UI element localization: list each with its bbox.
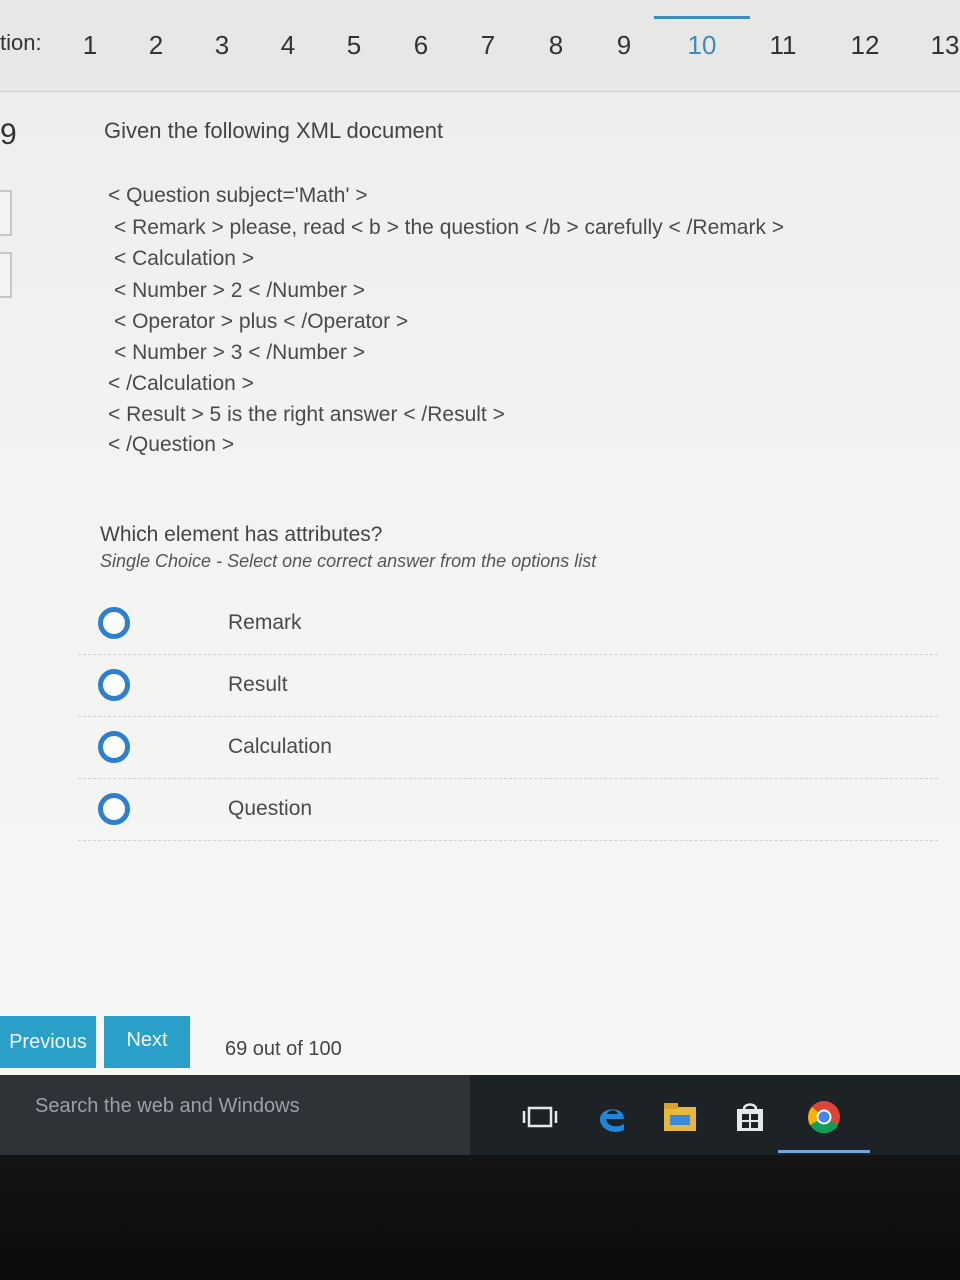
xml-line: < Number > 2 < /Number > — [114, 279, 365, 302]
xml-line: < /Calculation > — [108, 372, 254, 395]
chrome-icon[interactable] — [778, 1097, 870, 1153]
question-link-2[interactable]: 2 — [126, 30, 186, 61]
edge-icon[interactable] — [592, 1097, 632, 1137]
question-link-3[interactable]: 3 — [192, 30, 252, 61]
option-calculation[interactable]: Calculation — [78, 717, 938, 779]
question-link-5[interactable]: 5 — [324, 30, 384, 61]
windows-taskbar: Search the web and Windows — [0, 1075, 960, 1155]
side-panel-box[interactable] — [0, 252, 12, 298]
option-result[interactable]: Result — [78, 655, 938, 717]
question-prompt: Which element has attributes? — [100, 523, 383, 546]
next-button[interactable]: Next > — [104, 1016, 190, 1068]
file-explorer-icon[interactable] — [660, 1097, 700, 1137]
option-label: Question — [228, 797, 313, 820]
radio-button[interactable] — [98, 669, 130, 701]
question-link-8[interactable]: 8 — [526, 30, 586, 61]
question-link-12[interactable]: 12 — [835, 30, 895, 61]
radio-button[interactable] — [98, 607, 130, 639]
question-link-11[interactable]: 11 — [753, 30, 813, 61]
question-link-7[interactable]: 7 — [458, 30, 518, 61]
exam-screen: tion: 1 2 3 4 5 6 7 8 9 10 11 12 13 9 Gi… — [0, 0, 960, 1075]
question-nav-label: tion: — [0, 30, 42, 55]
option-label: Result — [228, 673, 288, 696]
progress-counter: 69 out of 100 — [225, 1038, 342, 1060]
option-remark[interactable]: Remark — [78, 593, 938, 655]
xml-line: < Remark > please, read < b > the questi… — [114, 216, 785, 239]
radio-button[interactable] — [98, 731, 130, 763]
question-link-4[interactable]: 4 — [258, 30, 318, 61]
option-question[interactable]: Question — [78, 779, 938, 841]
question-navigation: tion: 1 2 3 4 5 6 7 8 9 10 11 12 13 — [0, 0, 960, 92]
question-stem: Given the following XML document — [104, 118, 444, 143]
question-number: 9 — [0, 118, 17, 151]
option-label: Remark — [228, 611, 302, 634]
xml-line: < Number > 3 < /Number > — [114, 341, 365, 364]
monitor-bezel — [0, 1155, 960, 1280]
question-link-6[interactable]: 6 — [391, 30, 451, 61]
xml-line: < Operator > plus < /Operator > — [114, 310, 409, 333]
store-icon[interactable] — [730, 1097, 770, 1137]
search-placeholder: Search the web and Windows — [35, 1095, 300, 1117]
xml-line: < Calculation > — [114, 247, 255, 270]
previous-button[interactable]: Previous — [0, 1016, 96, 1068]
question-link-1[interactable]: 1 — [60, 30, 120, 61]
taskbar-search-box[interactable]: Search the web and Windows — [0, 1075, 470, 1155]
question-link-9[interactable]: 9 — [594, 30, 654, 61]
xml-line: < Question subject='Math' > — [108, 184, 368, 207]
question-link-13[interactable]: 13 — [915, 30, 960, 61]
side-panel-box[interactable] — [0, 190, 12, 236]
task-view-icon[interactable] — [520, 1097, 560, 1137]
xml-line: < /Question > — [108, 433, 235, 456]
xml-line: < Result > 5 is the right answer < /Resu… — [108, 403, 505, 426]
option-label: Calculation — [228, 735, 332, 758]
radio-button[interactable] — [98, 793, 130, 825]
answer-instruction: Single Choice - Select one correct answe… — [100, 551, 597, 571]
question-link-10[interactable]: 10 — [654, 16, 750, 61]
